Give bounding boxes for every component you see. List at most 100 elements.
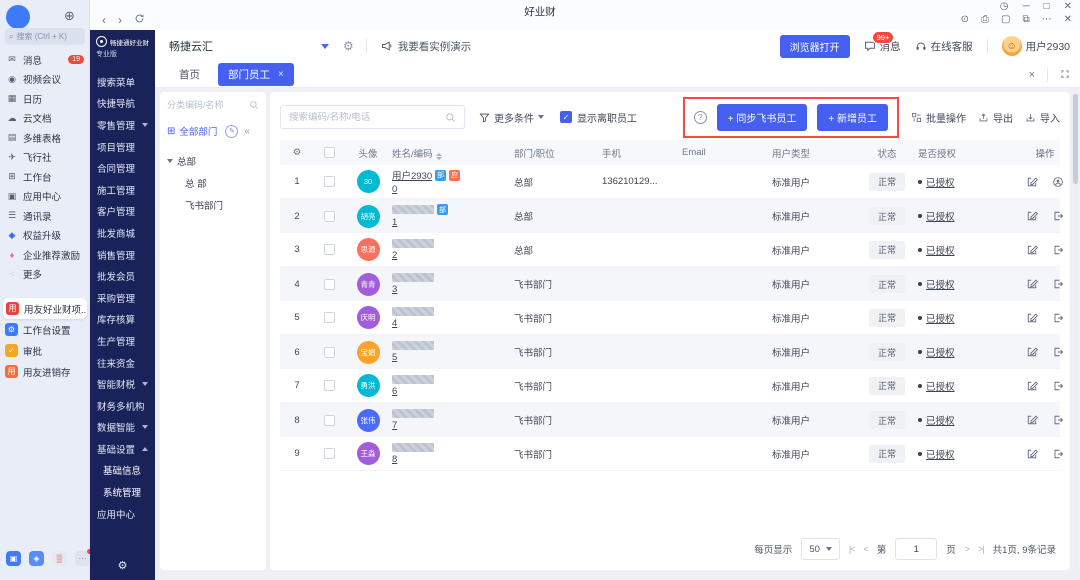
last-page-icon[interactable]: >| — [978, 544, 985, 554]
add-employee-button[interactable]: + 新增员工 — [817, 103, 888, 131]
employee-code-link[interactable]: 6 — [392, 386, 397, 397]
global-search-input[interactable]: ⌕ 搜索 (Ctrl + K) — [5, 28, 85, 45]
rail-item[interactable]: ▣ 应用中心 — [0, 187, 90, 207]
sidebar-item-数据智能[interactable]: 数据智能 — [90, 417, 155, 439]
employee-search-input[interactable] — [289, 111, 445, 123]
employee-code-link[interactable]: 1 — [392, 217, 397, 228]
auth-link[interactable]: 已授权 — [926, 243, 955, 257]
row-checkbox[interactable] — [323, 210, 335, 222]
rail-item[interactable]: ♦ 企业推荐激励 — [0, 245, 90, 265]
sidebar-item-快捷导航[interactable]: 快捷导航 — [90, 93, 155, 115]
history-clock-icon[interactable]: ◷ — [1000, 2, 1009, 12]
dock-app-icon[interactable]: ◈ — [29, 551, 44, 566]
rail-item[interactable]: ✉ 消息 19 — [0, 50, 90, 70]
edit-icon[interactable] — [1026, 312, 1038, 324]
company-settings-gear-icon[interactable]: ⚙ — [343, 39, 354, 53]
edit-icon[interactable] — [1026, 448, 1038, 460]
rail-item[interactable]: ◆ 权益升级 — [0, 226, 90, 246]
user-avatar[interactable] — [6, 5, 30, 29]
next-page-icon[interactable]: > — [965, 544, 970, 554]
sidebar-item-系统管理[interactable]: 系统管理 — [90, 481, 155, 503]
rail-item[interactable]: ⊞ 工作台 — [0, 167, 90, 187]
help-icon[interactable]: ? — [693, 110, 707, 124]
first-page-icon[interactable]: |< — [849, 544, 856, 554]
rail-item[interactable]: ✈ 飞行社 — [0, 148, 90, 168]
maximize-icon[interactable]: □ — [1044, 2, 1050, 12]
row-checkbox[interactable] — [323, 278, 335, 290]
sidebar-item-合同管理[interactable]: 合同管理 — [90, 157, 155, 179]
sidebar-item-财务多机构[interactable]: 财务多机构 — [90, 395, 155, 417]
employee-code-link[interactable]: 5 — [392, 352, 397, 363]
sidebar-item-施工管理[interactable]: 施工管理 — [90, 179, 155, 201]
edit-departments-icon[interactable]: ✎ — [225, 124, 239, 138]
edit-icon[interactable] — [1026, 176, 1038, 188]
more-icon[interactable]: ⋯ — [1042, 15, 1052, 25]
scrollbar-thumb[interactable] — [1073, 94, 1078, 184]
sidebar-item-智能财税[interactable]: 智能财税 — [90, 373, 155, 395]
fullscreen-icon[interactable] — [1060, 66, 1070, 84]
edit-icon[interactable] — [1026, 244, 1038, 256]
leave-icon[interactable] — [1052, 244, 1064, 256]
row-checkbox[interactable] — [323, 176, 335, 187]
tree-node[interactable]: 总 部 — [167, 172, 259, 194]
account-icon[interactable] — [1052, 176, 1064, 188]
close-icon[interactable]: ✕ — [1064, 2, 1072, 12]
tree-node[interactable]: 飞书部门 — [167, 194, 259, 216]
leave-icon[interactable] — [1052, 312, 1064, 324]
per-page-select[interactable]: 50 — [801, 538, 840, 560]
duplicate-window-icon[interactable]: ⧉ — [1022, 15, 1029, 25]
print-icon[interactable]: ⎙ — [981, 15, 989, 25]
checkbox-checked-icon[interactable]: ✓ — [560, 111, 572, 123]
edit-icon[interactable] — [1026, 210, 1038, 222]
demo-link[interactable]: 我要看实例演示 — [381, 39, 471, 54]
user-menu[interactable]: ☺ 用户2930 — [1001, 36, 1070, 56]
sidebar-item-零售管理[interactable]: 零售管理 — [90, 114, 155, 136]
department-search[interactable] — [167, 100, 259, 110]
close-all-icon[interactable]: × — [1029, 69, 1035, 81]
sidebar-item-基础设置[interactable]: 基础设置 — [90, 438, 155, 460]
show-resigned-checkbox[interactable]: ✓ 显示离职员工 — [560, 110, 637, 125]
batch-actions-button[interactable]: 批量操作 — [911, 110, 966, 125]
leave-icon[interactable] — [1052, 346, 1064, 358]
row-checkbox[interactable] — [323, 244, 335, 255]
row-checkbox[interactable] — [323, 312, 335, 323]
rail-item[interactable]: ◉ 视频会议 — [0, 70, 90, 90]
sidebar-item-批发会员[interactable]: 批发会员 — [90, 265, 155, 287]
sidebar-item-库存核算[interactable]: 库存核算 — [90, 309, 155, 331]
col-name[interactable]: 姓名/编码 — [392, 146, 514, 160]
prev-page-icon[interactable]: < — [863, 544, 868, 554]
rail-item[interactable]: ☁ 云文档 — [0, 109, 90, 129]
window-icon[interactable]: ▢ — [1001, 15, 1010, 25]
edit-icon[interactable] — [1026, 278, 1038, 290]
row-checkbox[interactable] — [323, 346, 335, 358]
back-icon[interactable]: ‹ — [102, 14, 106, 26]
rail-item[interactable]: ▤ 多维表格 — [0, 128, 90, 148]
tab-dept-employees[interactable]: 部门员工 × — [218, 63, 294, 86]
close-tab-icon[interactable]: × — [278, 69, 284, 80]
auth-link[interactable]: 已授权 — [926, 175, 955, 189]
sidebar-item-采购管理[interactable]: 采购管理 — [90, 287, 155, 309]
rail-pinned-app[interactable]: ✓ 审批 — [0, 340, 90, 361]
import-button[interactable]: 导入 — [1025, 110, 1060, 125]
auth-link[interactable]: 已授权 — [926, 277, 955, 291]
leave-icon[interactable] — [1052, 210, 1064, 222]
auth-link[interactable]: 已授权 — [926, 413, 955, 427]
tab-home[interactable]: 首页 — [179, 67, 200, 82]
employee-code-link[interactable]: 0 — [392, 184, 397, 195]
rail-item[interactable]: ☰ 通讯录 — [0, 206, 90, 226]
rail-item[interactable]: ▦ 日历 — [0, 89, 90, 109]
edit-icon[interactable] — [1026, 414, 1038, 426]
employee-code-link[interactable]: 3 — [392, 284, 397, 295]
page-input[interactable] — [895, 538, 938, 560]
reload-icon[interactable] — [134, 13, 145, 26]
sidebar-item-应用中心[interactable]: 应用中心 — [90, 503, 155, 525]
sidebar-item-往来资金[interactable]: 往来资金 — [90, 352, 155, 374]
rail-pinned-app[interactable]: 用用友好业财项.. — [3, 298, 87, 319]
row-checkbox[interactable] — [323, 414, 335, 426]
auth-link[interactable]: 已授权 — [926, 345, 955, 359]
edit-icon[interactable] — [1026, 346, 1038, 358]
close-icon[interactable]: ✕ — [1064, 15, 1072, 25]
minimize-icon[interactable]: ─ — [1022, 2, 1029, 12]
employee-code-link[interactable]: 8 — [392, 454, 397, 465]
leave-icon[interactable] — [1052, 278, 1064, 290]
